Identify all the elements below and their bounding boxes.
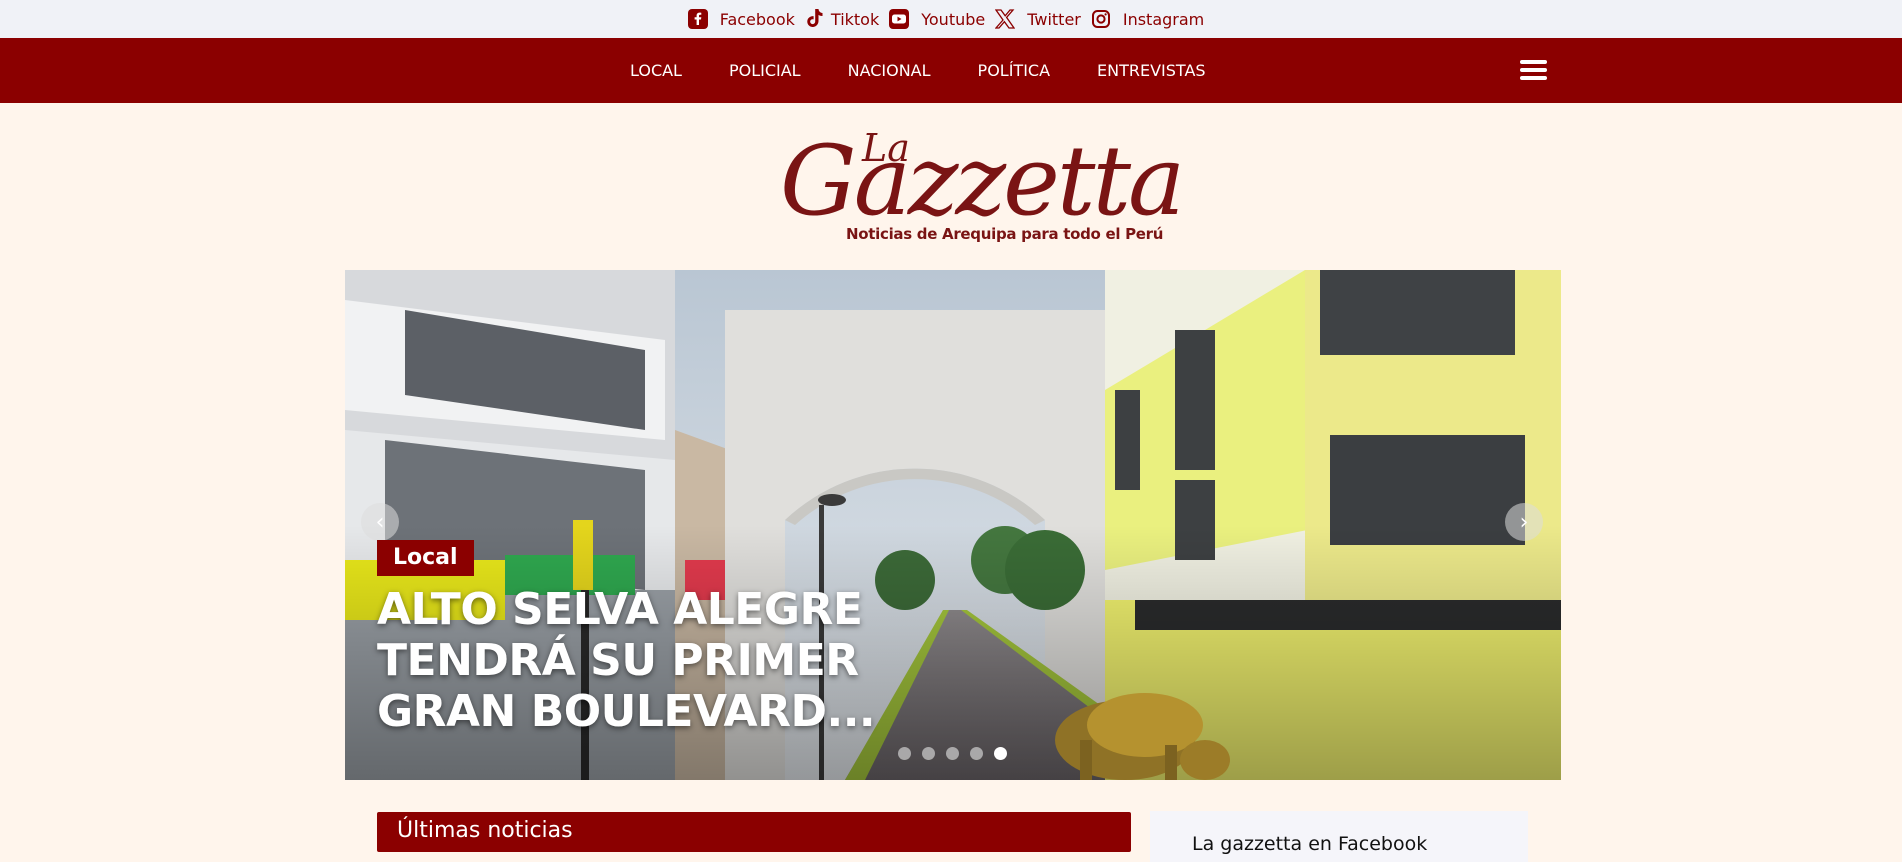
social-link-instagram[interactable]: Instagram [1091,9,1204,29]
slider-dot[interactable] [898,747,911,760]
social-bar: Facebook Tiktok Youtube Twitter Instagra… [0,0,1902,38]
slider-dot[interactable] [922,747,935,760]
social-label: Facebook [719,9,795,29]
slide-category-badge[interactable]: Local [377,540,474,576]
logo-name: Gazzetta [780,125,1185,237]
chevron-right-icon[interactable]: › [1505,503,1543,541]
hamburger-menu-icon[interactable] [1520,60,1547,82]
nav-link-entrevistas[interactable]: ENTREVISTAS [1097,61,1206,80]
logo-prefix: La [862,126,910,170]
hero-slider: ‹ › Local ALTO SELVA ALEGRE TENDRÁ SU PR… [345,270,1561,780]
social-label: Youtube [921,9,986,29]
nav-links: LOCAL POLICIAL NACIONAL POLÍTICA ENTREVI… [600,38,1223,103]
nav-link-nacional[interactable]: NACIONAL [848,61,931,80]
nav-link-local[interactable]: LOCAL [630,61,682,80]
youtube-icon [889,9,910,29]
slider-dots [898,747,1018,760]
main-nav: LOCAL POLICIAL NACIONAL POLÍTICA ENTREVI… [0,38,1902,103]
social-link-youtube[interactable]: Youtube [889,9,985,29]
site-logo[interactable]: Gazzetta La Noticias de Arequipa para to… [780,118,1185,248]
chevron-left-icon[interactable]: ‹ [361,503,399,541]
social-links: Facebook Tiktok Youtube Twitter Instagra… [687,0,1215,38]
nav-link-policial[interactable]: POLICIAL [729,61,801,80]
x-twitter-icon [995,9,1016,29]
social-link-twitter[interactable]: Twitter [995,9,1081,29]
social-label: Twitter [1027,9,1081,29]
slide-title[interactable]: ALTO SELVA ALEGRE TENDRÁ SU PRIMER GRAN … [377,584,937,737]
facebook-widget: La gazzetta en Facebook [1150,811,1528,862]
slider-dot[interactable] [946,747,959,760]
latest-news-title: Últimas noticias [397,818,573,843]
social-label: Tiktok [830,9,880,29]
nav-link-politica[interactable]: POLÍTICA [978,61,1050,80]
facebook-icon [687,9,708,29]
tiktok-icon [805,9,825,29]
logo-tagline: Noticias de Arequipa para todo el Perú [846,225,1164,243]
latest-news-header: Últimas noticias [377,812,1131,852]
slider-dot-active[interactable] [994,747,1007,760]
instagram-icon [1091,9,1111,29]
social-link-facebook[interactable]: Facebook [687,9,795,29]
social-link-tiktok[interactable]: Tiktok [805,9,879,29]
slider-dot[interactable] [970,747,983,760]
social-label: Instagram [1122,9,1205,29]
facebook-widget-title: La gazzetta en Facebook [1192,833,1428,855]
